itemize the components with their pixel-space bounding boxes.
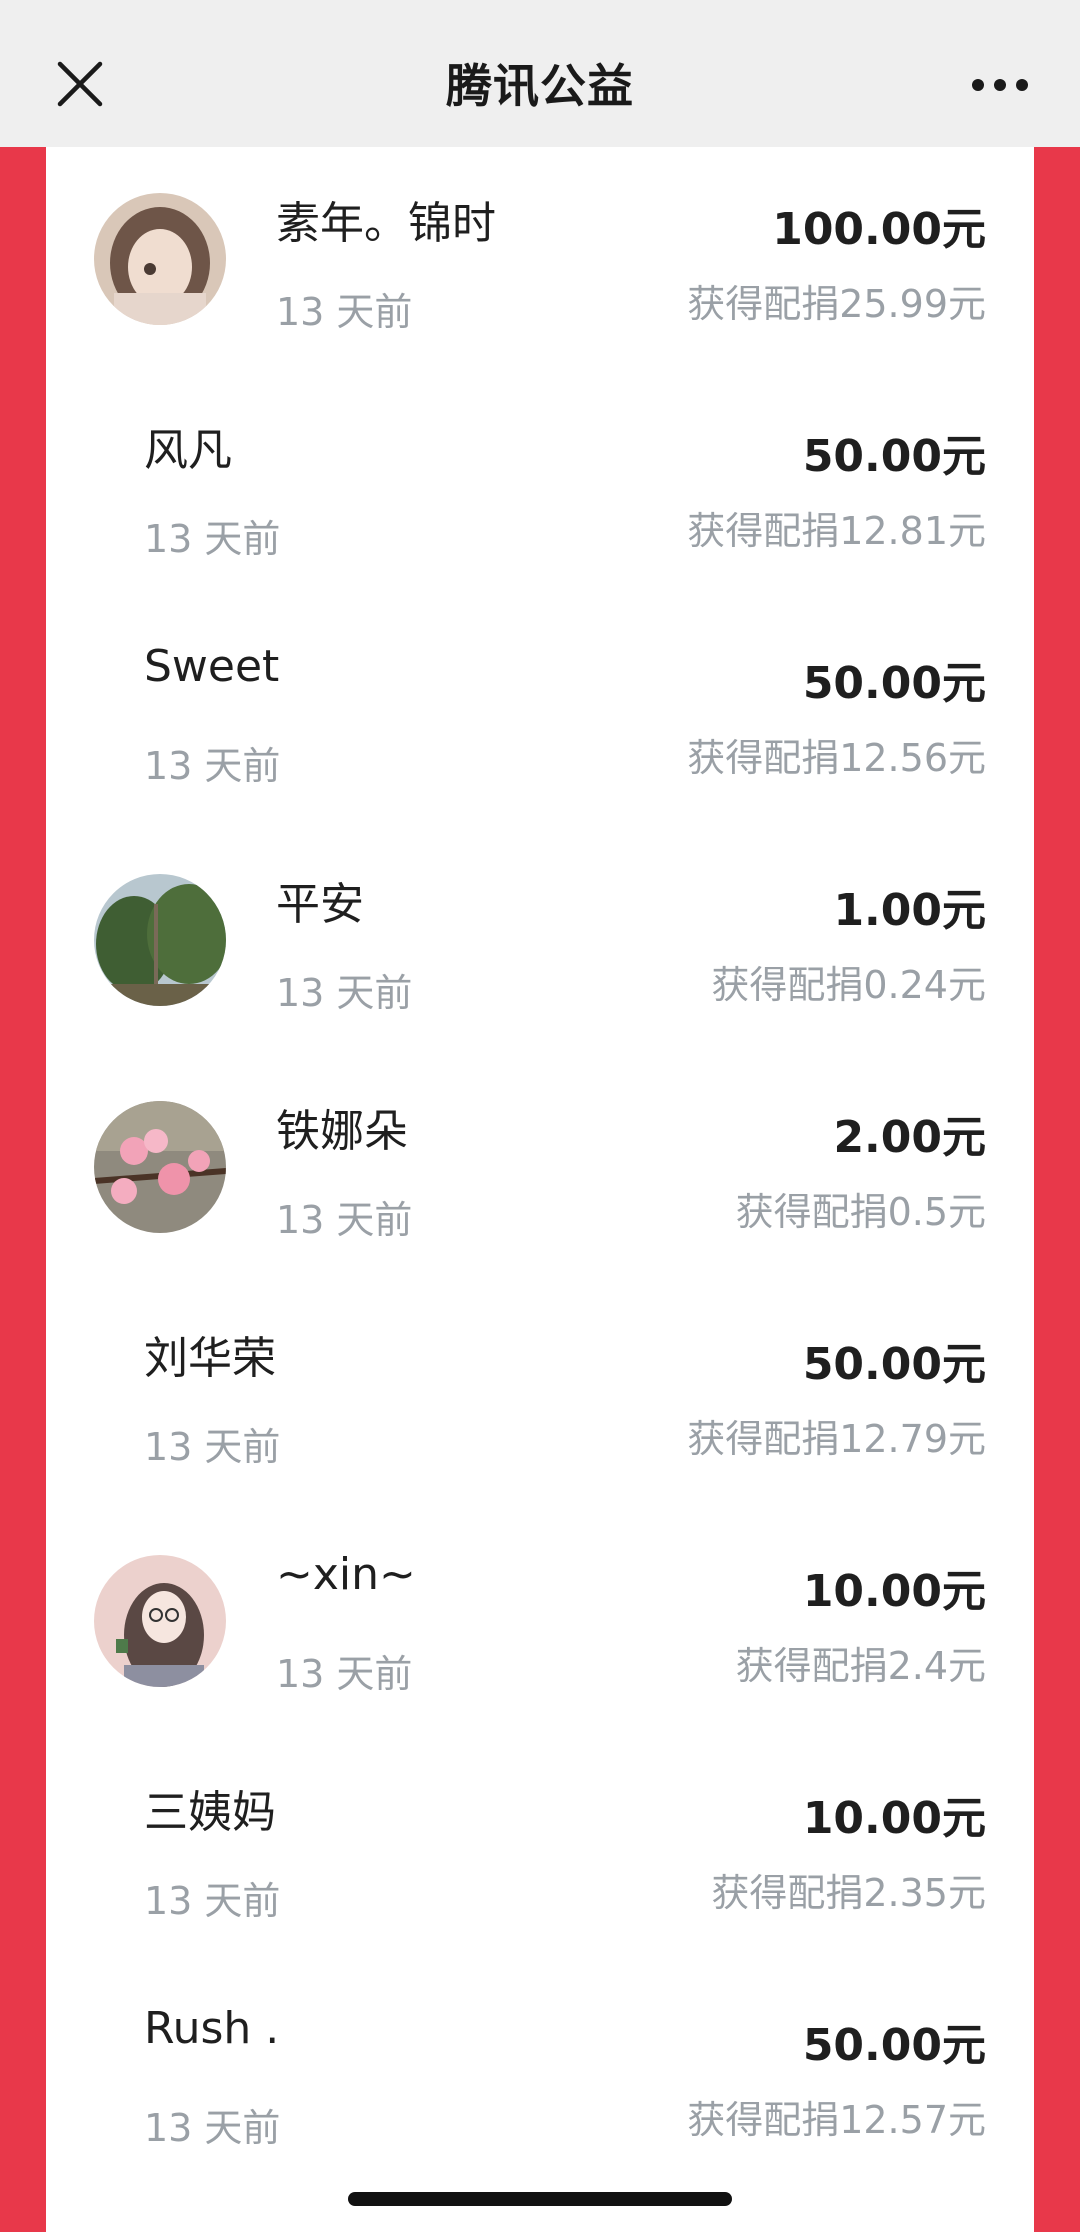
donation-row[interactable]: 铁娜朵 13 天前 2.00元 获得配捐0.5元 (46, 1055, 1034, 1282)
donation-row[interactable]: 风凡 13 天前 50.00元 获得配捐12.81元 (46, 374, 1034, 601)
donation-amount: 50.00元 (802, 1339, 986, 1390)
donation-amount: 50.00元 (802, 431, 986, 482)
donor-name: Sweet (144, 641, 280, 692)
home-indicator[interactable] (348, 2192, 732, 2206)
matched-donation: 获得配捐0.5元 (735, 1190, 986, 1234)
donation-time: 13 天前 (276, 1652, 413, 1696)
donation-amount: 10.00元 (802, 1793, 986, 1844)
donation-amount: 100.00元 (772, 204, 986, 255)
avatar-girl-portrait (94, 193, 226, 325)
donor-name: 刘华荣 (144, 1333, 276, 1384)
donation-time: 13 天前 (276, 290, 413, 334)
matched-donation: 获得配捐12.56元 (687, 736, 986, 780)
avatar-illustrated-girl (94, 1555, 226, 1687)
donation-amount: 50.00元 (802, 658, 986, 709)
matched-donation: 获得配捐12.81元 (687, 509, 986, 553)
donor-name: 素年。锦时 (276, 198, 496, 249)
navigation-bar: 腾讯公益 (0, 0, 1080, 147)
donation-row[interactable]: 刘华荣 13 天前 50.00元 获得配捐12.79元 (46, 1282, 1034, 1509)
donation-time: 13 天前 (144, 1879, 281, 1923)
matched-donation: 获得配捐12.57元 (687, 2098, 986, 2142)
matched-donation: 获得配捐0.24元 (711, 963, 986, 1007)
donor-name: 平安 (276, 879, 364, 930)
donation-row[interactable]: ~xin~ 13 天前 10.00元 获得配捐2.4元 (46, 1509, 1034, 1736)
donor-name: ~xin~ (276, 1549, 416, 1600)
donation-amount: 50.00元 (802, 2020, 986, 2071)
donation-amount: 10.00元 (802, 1566, 986, 1617)
more-options-icon[interactable] (970, 70, 1030, 100)
donation-row[interactable]: 平安 13 天前 1.00元 获得配捐0.24元 (46, 828, 1034, 1055)
donation-list: 素年。锦时 13 天前 100.00元 获得配捐25.99元 风凡 13 天前 … (46, 147, 1034, 2232)
donation-amount: 1.00元 (833, 885, 986, 936)
matched-donation: 获得配捐25.99元 (687, 282, 986, 326)
donor-name: Rush . (144, 2003, 280, 2054)
donation-row[interactable]: 素年。锦时 13 天前 100.00元 获得配捐25.99元 (46, 147, 1034, 374)
avatar-trees-photo (94, 874, 226, 1006)
donation-time: 13 天前 (144, 2106, 281, 2150)
donation-time: 13 天前 (144, 517, 281, 561)
matched-donation: 获得配捐12.79元 (687, 1417, 986, 1461)
donation-row[interactable]: Rush . 13 天前 50.00元 获得配捐12.57元 (46, 1963, 1034, 2190)
donor-name: 风凡 (144, 425, 232, 476)
matched-donation: 获得配捐2.35元 (711, 1871, 986, 1915)
avatar-peach-blossom-photo (94, 1101, 226, 1233)
matched-donation: 获得配捐2.4元 (735, 1644, 986, 1688)
donation-time: 13 天前 (276, 1198, 413, 1242)
donation-row[interactable]: Sweet 13 天前 50.00元 获得配捐12.56元 (46, 601, 1034, 828)
donation-amount: 2.00元 (833, 1112, 986, 1163)
page-title: 腾讯公益 (446, 59, 634, 113)
donor-name: 三姨妈 (144, 1787, 276, 1838)
donation-time: 13 天前 (144, 1425, 281, 1469)
donation-row[interactable]: 三姨妈 13 天前 10.00元 获得配捐2.35元 (46, 1736, 1034, 1963)
donation-time: 13 天前 (144, 744, 281, 788)
donation-time: 13 天前 (276, 971, 413, 1015)
donor-name: 铁娜朵 (276, 1106, 408, 1157)
